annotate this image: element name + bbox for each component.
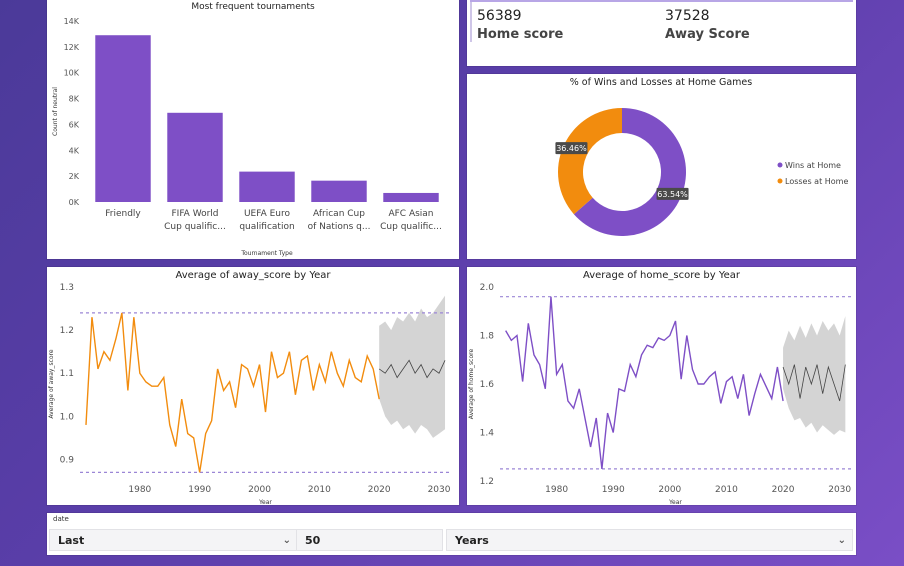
- x-axis-label: Year: [258, 499, 272, 505]
- data-label: 63.54%: [657, 190, 688, 199]
- y-tick-label: 6K: [69, 120, 80, 129]
- y-tick-label: 14K: [64, 17, 80, 26]
- legend-marker: [777, 178, 783, 184]
- y-tick-label: 0K: [69, 198, 80, 207]
- bar: [311, 180, 367, 202]
- y-tick-label: 1.4: [480, 429, 495, 439]
- slicer-amount-value: 50: [305, 534, 321, 547]
- slicer-unit-value: Years: [455, 534, 489, 547]
- bar: [383, 192, 439, 202]
- kpi-left-rule: [470, 2, 472, 42]
- y-tick-label: 4K: [69, 146, 80, 155]
- kpi-top-rule: [470, 0, 853, 2]
- x-tick-label: 2030: [828, 485, 851, 495]
- x-tick-label: 2000: [248, 485, 271, 495]
- away-chart[interactable]: Average of away_score by Year 0.9 1.0 1.1 1.…: [47, 267, 459, 505]
- y-tick-label: 8K: [69, 95, 80, 104]
- legend-marker: [777, 162, 783, 168]
- x-tick-label: 1980: [545, 485, 568, 495]
- bar: [167, 112, 223, 202]
- kpi-card: 56389 Home score 37528 Away Score: [467, 0, 856, 66]
- slicer-mode-value: Last: [58, 534, 85, 547]
- home-score-value: 56389: [477, 8, 522, 24]
- x-tick-label: 2030: [428, 485, 451, 495]
- chart-title: Average of home_score by Year: [583, 270, 741, 281]
- home-score-label: Home score: [477, 27, 564, 42]
- x-tick-label: qualification: [239, 222, 294, 232]
- slicer-mode-dropdown[interactable]: Last ⌄: [49, 529, 298, 551]
- y-tick-label: 1.6: [480, 380, 495, 390]
- y-tick-label: 0.9: [60, 455, 75, 465]
- x-tick-label: 1990: [602, 485, 625, 495]
- x-axis-label: Tournament Type: [240, 250, 293, 257]
- x-tick-label: 2010: [308, 485, 331, 495]
- y-tick-label: 2K: [69, 172, 80, 181]
- home-panel: Average of home_score by Year 1.2 1.4 1.6 1.…: [467, 267, 856, 505]
- y-tick-label: 1.2: [60, 326, 74, 336]
- y-tick-label: 10K: [64, 69, 80, 78]
- chevron-down-icon[interactable]: ⌄: [283, 530, 291, 552]
- slicer-amount-input[interactable]: 50: [296, 529, 443, 551]
- y-tick-label: 1.1: [60, 369, 74, 379]
- bar: [95, 35, 151, 202]
- chart-title: Average of away_score by Year: [175, 270, 331, 281]
- y-tick-label: 2.0: [480, 283, 495, 293]
- slicer-label: date: [53, 515, 69, 523]
- y-axis-label: Average of home_score: [468, 349, 475, 420]
- x-tick-label: African Cup: [313, 209, 365, 219]
- y-tick-label: 1.2: [480, 477, 494, 487]
- x-axis-label: Year: [668, 499, 682, 505]
- x-tick-label: UEFA Euro: [244, 209, 291, 219]
- x-tick-label: Friendly: [105, 209, 141, 219]
- x-tick-label: 2020: [772, 485, 795, 495]
- x-tick-label: 1980: [128, 485, 151, 495]
- series-line: [505, 296, 784, 469]
- home-chart[interactable]: Average of home_score by Year 1.2 1.4 1.6 1.…: [467, 267, 856, 505]
- date-slicer: date Last ⌄ 50 Years ⌄: [47, 513, 856, 555]
- x-tick-label: 2020: [368, 485, 391, 495]
- y-tick-label: 1.8: [480, 332, 495, 342]
- data-label: 36.46%: [556, 144, 587, 153]
- x-tick-label: 2000: [658, 485, 681, 495]
- winloss-panel: % of Wins and Losses at Home Games 63.54%…: [467, 74, 856, 259]
- away-score-label: Away Score: [665, 27, 750, 42]
- legend-label: Wins at Home: [785, 161, 841, 170]
- winloss-chart[interactable]: % of Wins and Losses at Home Games 63.54%…: [467, 74, 856, 259]
- y-tick-label: 1.0: [60, 412, 75, 422]
- away-panel: Average of away_score by Year 0.9 1.0 1.1 1.…: [47, 267, 459, 505]
- away-score-value: 37528: [665, 8, 710, 24]
- chart-title: % of Wins and Losses at Home Games: [570, 77, 753, 88]
- x-tick-label: 1990: [188, 485, 211, 495]
- tournaments-panel: Most frequent tournaments 0K 2K 4K 6K 8K 10K 12…: [47, 0, 459, 259]
- x-tick-label: Cup qualific...: [380, 222, 442, 232]
- x-tick-label: 2010: [715, 485, 738, 495]
- chart-title: Most frequent tournaments: [191, 2, 315, 12]
- y-tick-label: 12K: [64, 43, 80, 52]
- chevron-down-icon[interactable]: ⌄: [838, 530, 846, 552]
- tournaments-chart[interactable]: Most frequent tournaments 0K 2K 4K 6K 8K 10K 12…: [47, 0, 459, 259]
- x-tick-label: AFC Asian: [388, 209, 433, 219]
- x-tick-label: Cup qualific...: [164, 222, 226, 232]
- series-line: [85, 312, 380, 473]
- x-tick-label: of Nations q...: [308, 222, 371, 232]
- slicer-unit-dropdown[interactable]: Years ⌄: [446, 529, 853, 551]
- y-axis-label: Average of away_score: [48, 349, 55, 418]
- donut-slice: [558, 108, 622, 215]
- y-axis-label: Count of neutral: [52, 87, 59, 136]
- x-tick-label: FIFA World: [172, 209, 219, 219]
- y-tick-label: 1.3: [60, 283, 74, 293]
- legend-label: Losses at Home: [785, 177, 848, 186]
- bar: [239, 171, 295, 202]
